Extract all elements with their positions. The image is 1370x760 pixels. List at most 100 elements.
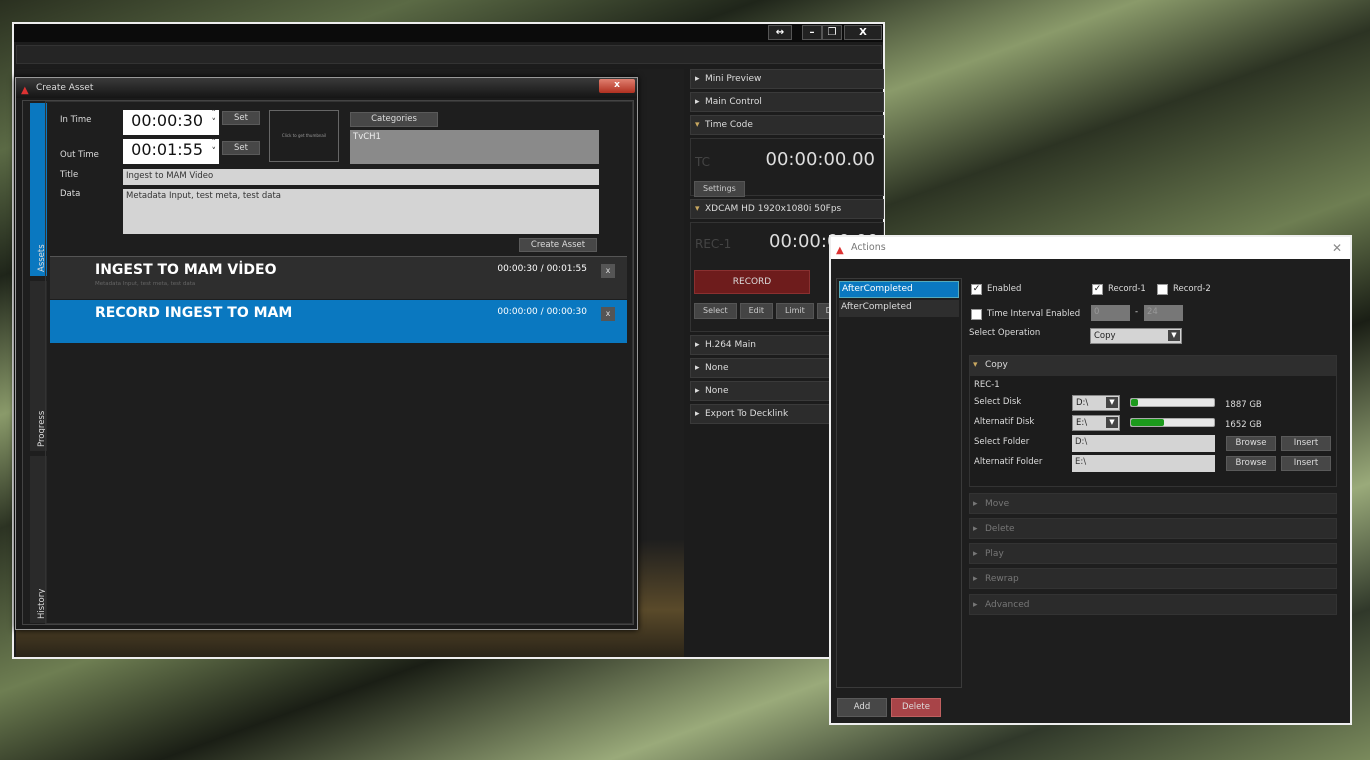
alt-disk-dropdown[interactable]: E:\ ▼ (1072, 415, 1120, 431)
chevron-down-icon: ▼ (1106, 417, 1118, 428)
thumbnail-button[interactable]: Click to get thumbnail (269, 110, 339, 162)
rec-label: REC-1 (695, 237, 732, 251)
actions-title: Actions (851, 242, 886, 253)
assets-panel: In Time 00:00:30 ˄ ˅ Set Out Time 00:01:55… (45, 101, 633, 624)
dialog-title-bar: ▲ Create Asset x (16, 78, 637, 98)
resize-button[interactable]: ↔ (768, 25, 792, 40)
asset-row[interactable]: INGEST TO MAM VİDEO Metadata Input, test… (50, 256, 627, 299)
limit-button[interactable]: Limit (775, 303, 814, 319)
section-move[interactable]: Move (969, 493, 1337, 514)
alt-disk-size: 1652 GB (1225, 420, 1262, 430)
action-list-item[interactable]: AfterCompleted (839, 300, 959, 317)
alt-disk-label: Alternatif Disk (974, 417, 1035, 427)
record-2-label: Record-2 (1173, 284, 1211, 294)
in-time-label: In Time (60, 115, 92, 125)
enabled-checkbox[interactable]: ✓ (971, 284, 982, 295)
time-interval-checkbox[interactable] (971, 309, 982, 320)
close-icon[interactable]: ✕ (1332, 237, 1342, 259)
copy-section-header[interactable]: ▾ Copy (970, 356, 1336, 376)
browse-button[interactable]: Browse (1226, 456, 1276, 471)
interval-to-input[interactable]: 24 (1144, 305, 1183, 321)
section-play[interactable]: Play (969, 543, 1337, 564)
enabled-label: Enabled (987, 284, 1022, 294)
remove-asset-button[interactable]: x (601, 307, 615, 321)
close-button[interactable]: X (844, 25, 882, 40)
asset-row-selected[interactable]: RECORD INGEST TO MAM 00:00:00 / 00:00:30… (50, 300, 627, 343)
create-asset-dialog: ▲ Create Asset x Assets Progress History… (15, 77, 638, 630)
data-input[interactable]: Metadata Input, test meta, test data (123, 189, 599, 234)
operation-dropdown[interactable]: Copy ▼ (1090, 328, 1182, 344)
restore-button[interactable]: ❐ (822, 25, 842, 40)
asset-times: 00:00:00 / 00:00:30 (497, 307, 587, 317)
alt-disk-usage-bar (1130, 418, 1215, 427)
actions-title-bar: ▲ Actions ✕ (831, 237, 1350, 259)
create-asset-button[interactable]: Create Asset (519, 238, 597, 252)
title-input[interactable]: Ingest to MAM Video (123, 169, 599, 185)
section-advanced[interactable]: Advanced (969, 594, 1337, 615)
section-delete[interactable]: Delete (969, 518, 1337, 539)
asset-title: RECORD INGEST TO MAM (95, 305, 293, 321)
record-1-label: Record-1 (1108, 284, 1146, 294)
settings-button[interactable]: Settings (694, 181, 745, 197)
delete-action-button[interactable]: Delete (891, 698, 941, 717)
close-button[interactable]: x (599, 79, 635, 93)
asset-title: INGEST TO MAM VİDEO (95, 262, 277, 278)
timecode-display: 00:00:00.00 (765, 149, 875, 170)
app-logo-icon: ▲ (836, 245, 844, 256)
select-button[interactable]: Select (694, 303, 737, 319)
remove-asset-button[interactable]: x (601, 264, 615, 278)
toolbar (16, 45, 882, 64)
title-label: Title (60, 170, 79, 180)
select-disk-usage-bar (1130, 398, 1215, 407)
select-folder-label: Select Folder (974, 437, 1030, 447)
timecode-box: TC 00:00:00.00 Settings (690, 138, 884, 197)
record-button[interactable]: RECORD (694, 270, 810, 294)
chevron-down-icon: ▼ (1106, 397, 1118, 408)
app-logo-icon: ▲ (21, 85, 29, 96)
select-disk-size: 1887 GB (1225, 400, 1262, 410)
chevron-down-icon: ▼ (1168, 330, 1180, 341)
time-interval-label: Time Interval Enabled (987, 309, 1081, 319)
section-mini-preview[interactable]: Mini Preview (690, 69, 884, 89)
out-time-input[interactable]: 00:01:55 ˄ ˅ (123, 139, 219, 164)
select-disk-dropdown[interactable]: D:\ ▼ (1072, 395, 1120, 411)
action-list-item-selected[interactable]: AfterCompleted (839, 281, 959, 298)
section-xdcam[interactable]: XDCAM HD 1920x1080i 50Fps MPEGHD... (690, 199, 884, 232)
in-time-input[interactable]: 00:00:30 ˄ ˅ (123, 110, 219, 135)
out-time-label: Out Time (60, 150, 99, 160)
alt-folder-input[interactable]: E:\ (1072, 455, 1215, 472)
action-list: AfterCompleted AfterCompleted (836, 278, 962, 688)
section-rewrap[interactable]: Rewrap (969, 568, 1337, 589)
record-1-checkbox[interactable]: ✓ (1092, 284, 1103, 295)
categories-list[interactable]: TvCH1 (350, 130, 599, 164)
actions-dialog: ▲ Actions ✕ AfterCompleted AfterComplete… (829, 235, 1352, 725)
categories-button[interactable]: Categories (350, 112, 438, 127)
edit-button[interactable]: Edit (739, 303, 774, 319)
set-in-button[interactable]: Set (222, 111, 260, 125)
interval-separator: - (1135, 307, 1139, 317)
interval-from-input[interactable]: 0 (1091, 305, 1130, 321)
expand-icon: ▾ (973, 360, 978, 370)
select-operation-label: Select Operation (969, 328, 1041, 338)
record-2-checkbox[interactable] (1157, 284, 1168, 295)
insert-button[interactable]: Insert (1281, 436, 1331, 451)
asset-subtitle: Metadata Input, test meta, test data (95, 281, 196, 287)
rec-label: REC-1 (974, 380, 1000, 390)
section-time-code[interactable]: Time Code (690, 115, 884, 135)
add-button[interactable]: Add (837, 698, 887, 717)
browse-button[interactable]: Browse (1226, 436, 1276, 451)
tc-label: TC (695, 155, 711, 169)
copy-section: ▾ Copy REC-1 Select Disk D:\ ▼ 1887 GB Alt… (969, 355, 1337, 487)
dialog-body: Assets Progress History In Time 00:00:30… (22, 100, 634, 625)
set-out-button[interactable]: Set (222, 141, 260, 155)
alt-folder-label: Alternatif Folder (974, 457, 1043, 467)
data-label: Data (60, 189, 81, 199)
insert-button[interactable]: Insert (1281, 456, 1331, 471)
select-disk-label: Select Disk (974, 397, 1022, 407)
minimize-button[interactable]: – (802, 25, 822, 40)
section-main-control[interactable]: Main Control (690, 92, 884, 112)
asset-times: 00:00:30 / 00:01:55 (497, 264, 587, 274)
select-folder-input[interactable]: D:\ (1072, 435, 1215, 452)
title-bar: ↔ – ❐ X (14, 24, 883, 42)
dialog-title: Create Asset (36, 83, 94, 93)
